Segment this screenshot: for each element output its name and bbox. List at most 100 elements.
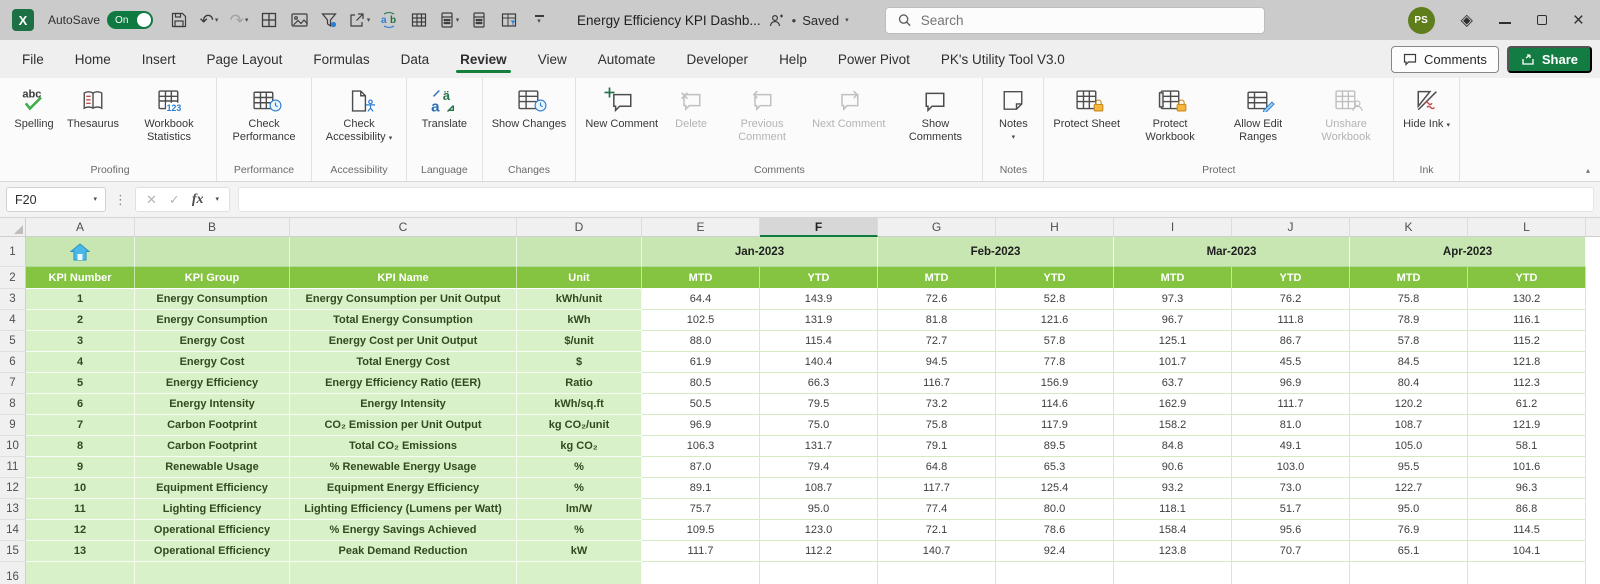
column-header-B[interactable]: B — [135, 218, 290, 237]
calculator-icon[interactable] — [467, 7, 491, 33]
cell-value[interactable]: 61.9 — [642, 352, 760, 373]
cell-value[interactable]: 101.7 — [1114, 352, 1232, 373]
subheader-mtd-3[interactable]: MTD — [1114, 267, 1232, 289]
cell-value[interactable]: 77.8 — [996, 352, 1114, 373]
table-header-kpi-number[interactable]: KPI Number — [26, 267, 135, 289]
cell-value[interactable]: 86.8 — [1468, 499, 1586, 520]
cell-value[interactable]: 125.4 — [996, 478, 1114, 499]
cell-kpi-name[interactable]: Energy Cost per Unit Output — [290, 331, 517, 352]
cell-value[interactable]: 112.3 — [1468, 373, 1586, 394]
cell-value[interactable]: 96.7 — [1114, 310, 1232, 331]
cell-kpi-number[interactable]: 6 — [26, 394, 135, 415]
column-header-L[interactable]: L — [1468, 218, 1586, 237]
cell-kpi-name[interactable]: % Energy Savings Achieved — [290, 520, 517, 541]
row-header-10[interactable]: 10 — [0, 436, 26, 457]
row-header-13[interactable]: 13 — [0, 499, 26, 520]
cell-value[interactable]: 64.8 — [878, 457, 996, 478]
cell-kpi-unit[interactable]: % — [517, 457, 642, 478]
cell-value[interactable]: 114.6 — [996, 394, 1114, 415]
cell-kpi-number[interactable]: 4 — [26, 352, 135, 373]
menu-tab-insert[interactable]: Insert — [140, 43, 178, 76]
check-accessibility-button[interactable]: Check Accessibility ▾ — [316, 83, 402, 146]
month-header-Apr-2023[interactable]: Apr-2023 — [1350, 237, 1586, 267]
cell-empty-value[interactable] — [1114, 562, 1232, 584]
sheet-filter-icon[interactable] — [497, 7, 521, 33]
cell-value[interactable]: 95.6 — [1232, 520, 1350, 541]
cell-value[interactable]: 162.9 — [1114, 394, 1232, 415]
cell-kpi-number[interactable]: 9 — [26, 457, 135, 478]
cell-value[interactable]: 156.9 — [996, 373, 1114, 394]
cell-value[interactable]: 105.0 — [1350, 436, 1468, 457]
cell-value[interactable]: 131.7 — [760, 436, 878, 457]
row-header-11[interactable]: 11 — [0, 457, 26, 478]
cell-value[interactable]: 65.3 — [996, 457, 1114, 478]
row-header-1[interactable]: 1 — [0, 237, 26, 267]
row-header-16[interactable]: 16 — [0, 562, 26, 584]
menu-tab-formulas[interactable]: Formulas — [311, 43, 371, 76]
cancel-entry-icon[interactable]: ✕ — [146, 192, 157, 208]
menu-tab-developer[interactable]: Developer — [685, 43, 751, 76]
cell-value[interactable]: 75.8 — [1350, 289, 1468, 310]
refresh-translate-icon[interactable]: ab — [377, 7, 401, 33]
workbook-statistics-button[interactable]: 123 Workbook Statistics — [126, 83, 212, 146]
cell-value[interactable]: 80.5 — [642, 373, 760, 394]
cell-kpi-unit[interactable]: lm/W — [517, 499, 642, 520]
subheader-ytd-4[interactable]: YTD — [1468, 267, 1586, 289]
cell-value[interactable]: 121.8 — [1468, 352, 1586, 373]
cell-value[interactable]: 45.5 — [1232, 352, 1350, 373]
cell-empty-value[interactable] — [642, 562, 760, 584]
cell-value[interactable]: 94.5 — [878, 352, 996, 373]
cell-value[interactable]: 57.8 — [996, 331, 1114, 352]
cell-value[interactable]: 81.8 — [878, 310, 996, 331]
cell-value[interactable]: 89.5 — [996, 436, 1114, 457]
save-status[interactable]: • Saved ▾ — [792, 13, 849, 28]
cell-value[interactable]: 75.8 — [878, 415, 996, 436]
formula-input[interactable] — [238, 187, 1594, 212]
cell-empty-value[interactable] — [1232, 562, 1350, 584]
cell-value[interactable]: 117.9 — [996, 415, 1114, 436]
cell-empty-green[interactable] — [26, 562, 135, 584]
cell-value[interactable]: 96.9 — [1232, 373, 1350, 394]
subheader-ytd-1[interactable]: YTD — [760, 267, 878, 289]
picture-icon[interactable] — [287, 7, 311, 33]
cell-kpi-unit[interactable]: kWh — [517, 310, 642, 331]
subheader-mtd-2[interactable]: MTD — [878, 267, 996, 289]
cell-value[interactable]: 81.0 — [1232, 415, 1350, 436]
cell-kpi-name[interactable]: Total Energy Consumption — [290, 310, 517, 331]
autosave-control[interactable]: AutoSave On — [48, 11, 153, 29]
cell-value[interactable]: 50.5 — [642, 394, 760, 415]
cell-kpi-group[interactable]: Energy Cost — [135, 352, 290, 373]
cell-kpi-name[interactable]: Total Energy Cost — [290, 352, 517, 373]
cell-kpi-group[interactable]: Energy Cost — [135, 331, 290, 352]
cell-value[interactable]: 116.7 — [878, 373, 996, 394]
cell-value[interactable]: 109.5 — [642, 520, 760, 541]
spelling-button[interactable]: abc Spelling — [8, 83, 60, 133]
cell-value[interactable]: 114.5 — [1468, 520, 1586, 541]
cell-D1[interactable] — [517, 237, 642, 267]
cell-B1[interactable] — [135, 237, 290, 267]
search-box[interactable] — [885, 7, 1265, 34]
customize-toolbar-icon[interactable]: ▾ — [527, 7, 551, 33]
cell-kpi-number[interactable]: 10 — [26, 478, 135, 499]
cell-kpi-number[interactable]: 1 — [26, 289, 135, 310]
menu-tab-automate[interactable]: Automate — [596, 43, 658, 76]
column-header-G[interactable]: G — [878, 218, 996, 237]
cell-empty-value[interactable] — [1468, 562, 1586, 584]
filter-settings-icon[interactable] — [317, 7, 341, 33]
cell-value[interactable]: 131.9 — [760, 310, 878, 331]
cell-kpi-group[interactable]: Carbon Footprint — [135, 436, 290, 457]
subheader-ytd-2[interactable]: YTD — [996, 267, 1114, 289]
column-header-C[interactable]: C — [290, 218, 517, 237]
cell-value[interactable]: 111.7 — [642, 541, 760, 562]
menu-tab-power-pivot[interactable]: Power Pivot — [836, 43, 912, 76]
undo-button[interactable]: ↶▾ — [197, 7, 221, 33]
cell-value[interactable]: 93.2 — [1114, 478, 1232, 499]
subheader-ytd-3[interactable]: YTD — [1232, 267, 1350, 289]
cell-value[interactable]: 79.5 — [760, 394, 878, 415]
delete-comment-button[interactable]: Delete — [665, 83, 717, 133]
cell-value[interactable]: 75.0 — [760, 415, 878, 436]
cell-value[interactable]: 121.6 — [996, 310, 1114, 331]
unshare-workbook-button[interactable]: Unshare Workbook — [1303, 83, 1389, 146]
protect-workbook-button[interactable]: Protect Workbook — [1127, 83, 1213, 146]
cell-kpi-name[interactable]: Equipment Energy Efficiency — [290, 478, 517, 499]
